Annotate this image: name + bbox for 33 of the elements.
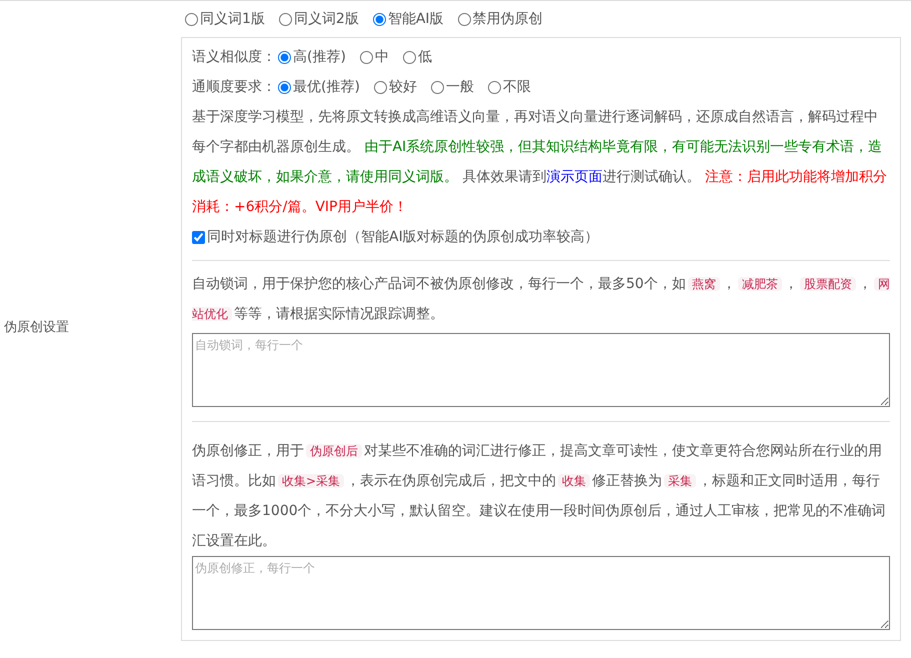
checkbox-label: 同时对标题进行伪原创（智能AI版对标题的伪原创成功率较高） [207, 228, 599, 246]
option-label: 中 [374, 48, 389, 66]
radio-button[interactable] [402, 50, 416, 64]
radio-button[interactable] [430, 80, 444, 94]
option-label: 较好 [388, 78, 417, 96]
checkbox[interactable] [192, 230, 205, 244]
option-group-label: 通顺度要求： [192, 78, 276, 96]
option-label: 低 [418, 48, 432, 66]
radio-button[interactable] [458, 12, 471, 26]
ai-description: 基于深度学习模型，先将原文转换成高维语义向量，再对语义向量进行逐词解码，还原成自然语言，解码过程中每个字都由机器原创生成。 由于AI系统原创性较强，但其知识结构毕竟有限，有可能无法识别一些专有术语，造成语义破坏，如果介意，请使用同义词版。 具体效果请到演示页面进行测试确认。 注意：启用此功能将增加积分消耗：+6积分/篇。VIP用户半价！ [192, 108, 888, 217]
radio-button[interactable] [372, 12, 386, 26]
option-label: 高(推荐) [293, 48, 346, 66]
option-label: 禁用伪原创 [472, 10, 543, 28]
radio-button[interactable] [278, 80, 291, 94]
radio-button[interactable] [360, 50, 373, 64]
option-label: 不限 [502, 78, 531, 96]
option-label: 最优(推荐) [293, 78, 360, 96]
option-label: 同义词2版 [294, 10, 359, 28]
option-label: 同义词1版 [200, 10, 265, 28]
lock-description: 自动锁词，用于保护您的核心产品词不被伪原创修改，每行一个，最多50个，如 燕窝 ， 减肥茶 ， 股票配资 ， 网站优化 等等，请根据实际情况跟踪调整。 [192, 275, 890, 324]
radio-button[interactable] [278, 12, 292, 26]
radio-button[interactable] [278, 50, 291, 64]
option-label: 一般 [446, 78, 474, 96]
radio-button[interactable] [374, 80, 387, 94]
demo-page-link[interactable]: 演示页面 [546, 169, 602, 185]
fix-words-field[interactable]: 伪原创修正，每行一个 [192, 556, 890, 630]
fix-description: 伪原创修正，用于 伪原创后 对某些不准确的词汇进行修正，提高文章可读性，使文章更符合您网站所在行业的用语习惯。比如 收集>采集 ，表示在伪原创完成后，把文中的 收集 修正替换为 采集 ，标题和正文同时适用，每行一个，最多1000个，不分大小写，默认留空。建议在使用一段时间伪原创后，通过人工审核，把常见的不准确词汇设置在此。 [192, 442, 887, 551]
option-label: 智能AI版 [388, 10, 444, 28]
radio-button[interactable] [488, 80, 501, 94]
option-group-label: 语义相似度： [192, 48, 276, 66]
lock-words-field[interactable]: 自动锁词，每行一个 [192, 333, 890, 407]
radio-button[interactable] [185, 12, 198, 26]
field-label: 伪原创设置 [4, 320, 69, 335]
